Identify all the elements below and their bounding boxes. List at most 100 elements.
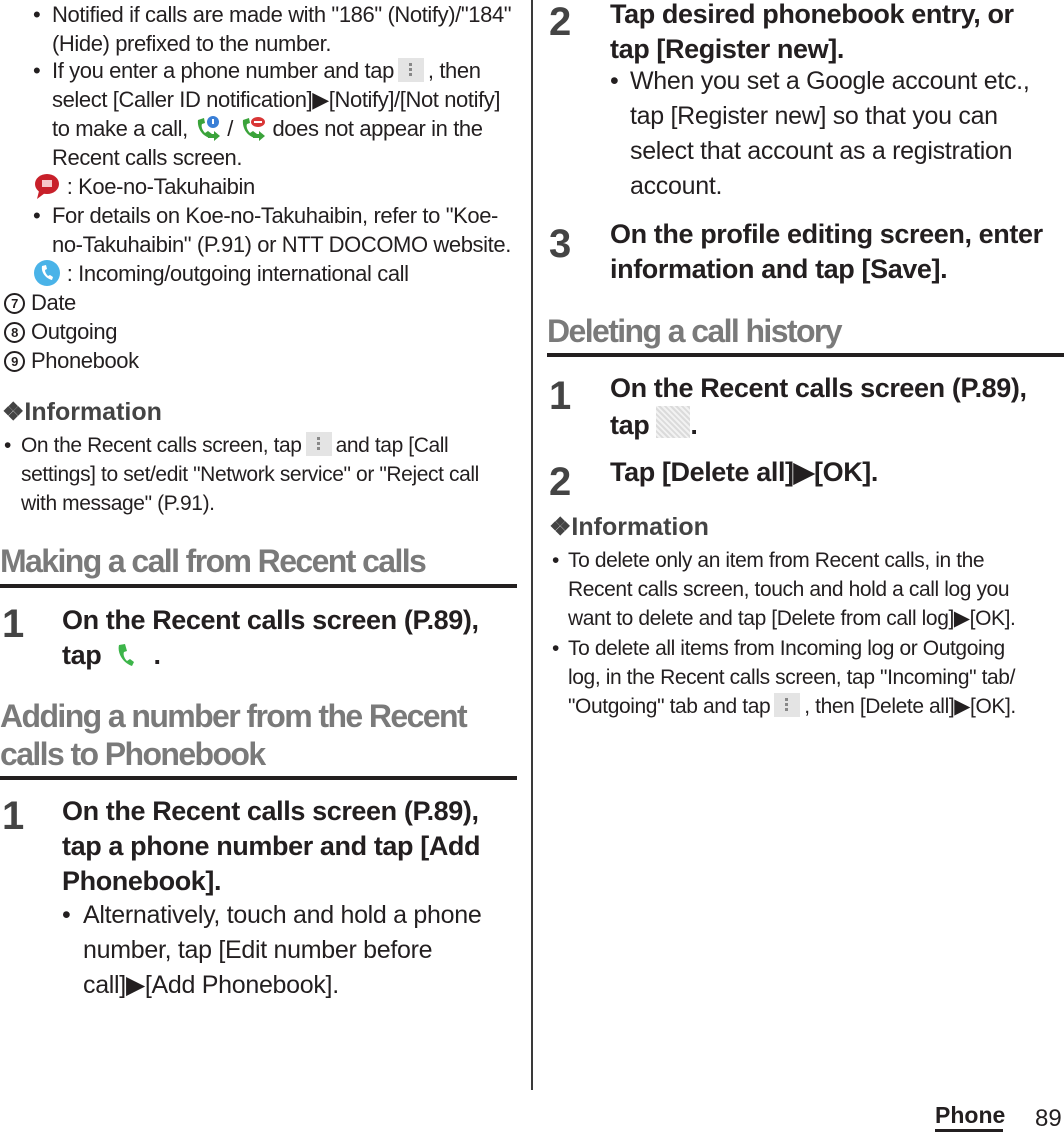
text-line: no-Takuhaibin" (P.91) or NTT DOCOMO webs… [52,232,511,257]
icon-definition-text: : Koe-no-Takuhaibin [66,174,255,199]
step-making-call-1: On the Recent calls screen (P.89), tap . [62,603,479,673]
text-line: settings] to set/edit "Network service" … [21,463,479,486]
text-line: Phonebook]. [62,866,222,896]
text: "Outgoing" tab and tap [568,695,771,718]
bullet: • [62,901,71,929]
note-186-184: Notified if calls are made with "186" (N… [52,0,512,58]
text-line: On the Recent calls screen (P.89), [610,373,1027,403]
menu-icon [774,693,801,717]
text-line: If you enter a phone number and tap , the… [52,56,522,85]
text: and tap [Call [335,434,449,457]
circled-number: 8 [4,322,25,343]
note-caller-id: If you enter a phone number and tap , the… [52,56,522,172]
text: to make a call, [52,116,188,141]
text-line: tap . [62,638,479,673]
section-title-making-call: Making a call from Recent calls [0,543,427,579]
text-line: tap a phone number and tap [Add [62,831,481,861]
title-line: Adding a number from the Recent [0,698,468,734]
koe-no-takuhaibin-icon [35,174,59,199]
step-deleting-2: Tap [Delete all]▶[OK]. [610,457,878,487]
page-number: 89 [1035,1105,1062,1132]
bullet: • [610,67,619,95]
column-divider [531,0,533,1090]
text-line: want to delete and tap [Delete from call… [568,607,1016,630]
information-text: On the Recent calls screen, tap and tap [… [21,431,521,518]
legend-label: Date [31,290,76,315]
international-call-icon [34,260,60,286]
bullet: • [33,203,41,228]
text-line: Recent calls screen. [52,145,243,170]
footer-section-label: Phone [935,1102,1006,1128]
text-line: number, tap [Edit number before [83,936,433,964]
step-adding-1: On the Recent calls screen (P.89), tap a… [62,794,481,899]
step-number: 1 [549,374,572,418]
text-line: To delete only an item from Recent calls… [568,549,985,572]
step-number: 2 [549,0,572,44]
bullet: • [552,637,560,660]
text: , then [Delete all]▶[OK]. [804,695,1016,718]
text-line: information and tap [Save]. [610,254,948,284]
legend-item-outgoing: 8 Outgoing [4,317,117,346]
section-title-deleting: Deleting a call history [547,313,843,349]
legend-item-date: 7 Date [4,288,76,317]
text-line: To delete all items from Incoming log or… [568,637,1005,660]
text-line: select [Caller ID notification]▶[Notify]… [52,87,501,112]
section-rule [0,584,517,588]
delete-menu-icon[interactable] [656,406,691,438]
text-line: to make a call, / does not appear in the [52,114,522,143]
text: On the Recent calls screen, tap [21,434,302,457]
step-number: 3 [549,222,572,266]
text-line: Alternatively, touch and hold a phone [83,901,482,929]
text-line: select that account as a registration [630,137,1013,165]
note-koe-details: For details on Koe-no-Takuhaibin, refer … [52,201,511,259]
menu-icon [397,58,424,82]
icon-definition-international: : Incoming/outgoing international call [33,259,409,288]
separator: / [227,116,233,141]
text: does not appear in the [272,116,483,141]
text: tap [610,410,650,440]
section-rule [547,353,1064,357]
text-line: On the profile editing screen, enter [610,219,1043,249]
text: , then [427,58,481,83]
title-line: calls to Phonebook [0,736,266,772]
information-delete-item: To delete only an item from Recent calls… [568,546,1064,633]
text-line: Notified if calls are made with "186" (N… [52,2,512,27]
text-line: Recent calls screen, touch and hold a ca… [568,578,1010,601]
footer-underline [935,1129,1003,1132]
step-number: 2 [549,460,572,504]
hide-call-icon [242,117,265,141]
menu-icon [305,432,332,456]
text: . [690,410,698,440]
legend-item-phonebook: 9 Phonebook [4,346,139,375]
notify-call-icon [197,116,220,141]
text-line: tap . [610,406,1027,443]
circled-number: 9 [4,351,25,372]
text-line: "Outgoing" tab and tap , then [Delete all… [568,692,1064,721]
bullet: • [33,58,41,83]
text-line: On the Recent calls screen (P.89), [62,796,479,826]
bullet: • [4,434,12,457]
step-register-2-note: When you set a Google account etc., tap … [630,64,1030,204]
step-number: 1 [2,794,25,838]
text-line: tap [Register new] so that you can [630,102,998,130]
bullet: • [552,549,560,572]
information-delete-all: To delete all items from Incoming log or… [568,634,1064,721]
text-line: On the Recent calls screen (P.89), [62,605,479,635]
text-line: with message" (P.91). [21,492,215,515]
text: tap [62,640,102,670]
step-adding-1-note: Alternatively, touch and hold a phone nu… [83,898,482,1003]
text-line: For details on Koe-no-Takuhaibin, refer … [52,203,498,228]
phone-call-icon[interactable] [114,641,140,669]
step-register-2: Tap desired phonebook entry, or tap [Reg… [610,0,1014,67]
text-line: When you set a Google account etc., [630,67,1030,95]
step-number: 1 [2,602,25,646]
text-line: account. [630,172,723,200]
section-title-adding-number: Adding a number from the Recent calls to… [0,697,468,773]
information-heading: ❖Information [2,398,162,426]
section-rule [0,776,517,780]
text-line: (Hide) prefixed to the number. [52,31,332,56]
text: If you enter a phone number and tap [52,58,394,83]
information-heading: ❖Information [549,513,709,541]
text-line: log, in the Recent calls screen, tap "In… [568,666,1016,689]
text-line: On the Recent calls screen, tap and tap [… [21,431,521,460]
